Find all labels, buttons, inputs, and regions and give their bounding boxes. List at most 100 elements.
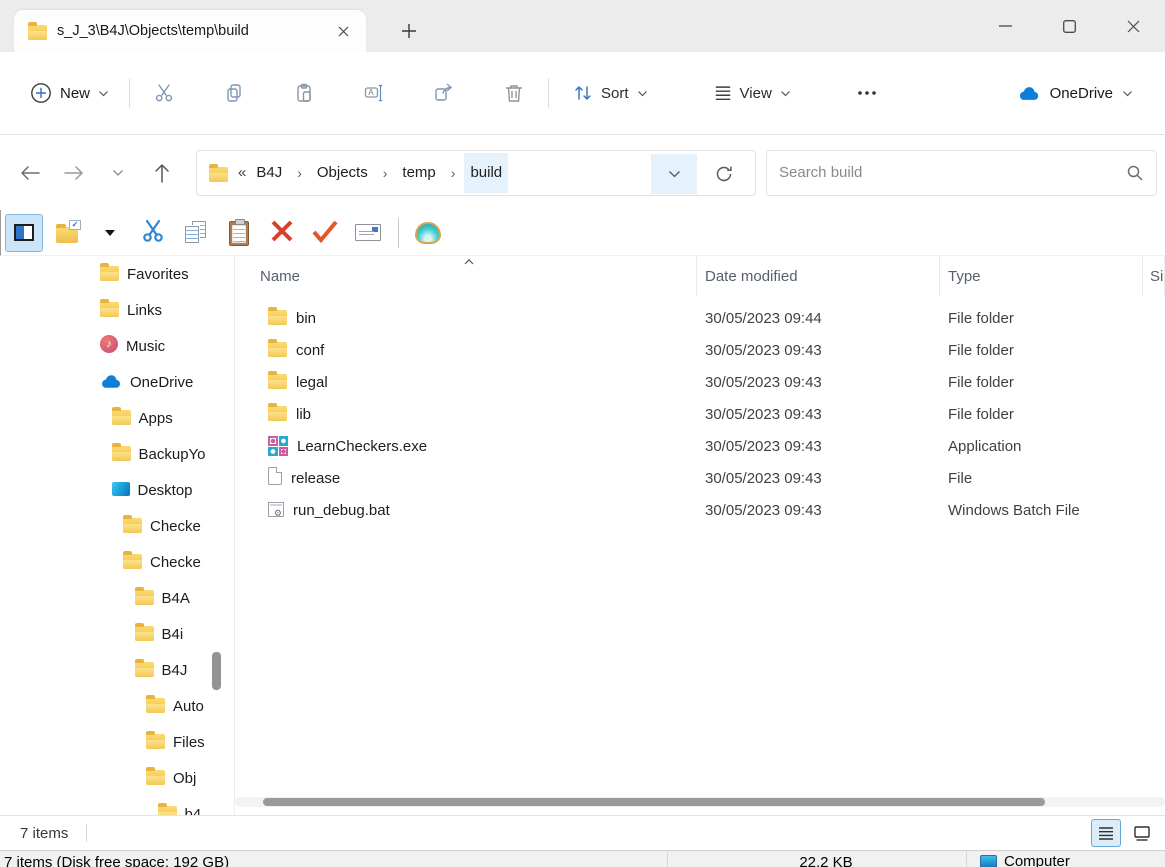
sidebar-item[interactable]: Links [0, 292, 212, 328]
maximize-button[interactable] [1037, 0, 1101, 52]
chevron-right-icon [442, 165, 465, 181]
sidebar-item[interactable]: Auto [0, 688, 212, 724]
new-label: New [60, 84, 91, 102]
shell-button[interactable] [409, 214, 447, 252]
sidebar-item[interactable]: b4 [0, 796, 212, 815]
details-view-button[interactable] [1091, 819, 1121, 847]
x-mark-icon [269, 218, 295, 247]
background-size-text: 22.2 KB [799, 854, 853, 867]
sidebar-item[interactable]: Desktop [0, 472, 212, 508]
close-button[interactable] [1101, 0, 1165, 52]
paste-icon [297, 83, 311, 102]
file-name: run_debug.bat [293, 501, 390, 519]
title-bar: s_J_3\B4J\Objects\temp\build [0, 0, 1165, 52]
copy-docs-button[interactable] [177, 214, 215, 252]
sort-label: Sort [601, 84, 629, 102]
file-date-modified: 30/05/2023 09:43 [705, 405, 822, 423]
table-row[interactable]: LearnCheckers.exe 30/05/2023 09:43 Appli… [235, 430, 1165, 462]
sidebar-item[interactable]: Checke [0, 544, 212, 580]
table-row[interactable]: conf 30/05/2023 09:43 File folder [235, 334, 1165, 366]
delete-button[interactable] [492, 73, 536, 113]
breadcrumb-item[interactable]: temp [396, 153, 441, 193]
sidebar-item[interactable]: Checke [0, 508, 212, 544]
cut-button[interactable] [142, 73, 186, 113]
address-dropdown-button[interactable] [651, 153, 697, 194]
onedrive-button[interactable]: OneDrive [1011, 73, 1139, 113]
file-name: legal [296, 373, 328, 391]
minimize-icon [998, 25, 1012, 27]
x-mark-button[interactable] [263, 214, 301, 252]
share-button[interactable] [422, 73, 466, 113]
plus-icon [402, 24, 416, 38]
table-row[interactable]: legal 30/05/2023 09:43 File folder [235, 366, 1165, 398]
table-row[interactable]: run_debug.bat 30/05/2023 09:43 Windows B… [235, 494, 1165, 526]
tab-close-button[interactable] [330, 18, 356, 44]
file-type: Windows Batch File [948, 501, 1080, 519]
forward-button[interactable] [52, 153, 96, 193]
sidebar-item[interactable]: Files [0, 724, 212, 760]
scrollbar-thumb[interactable] [212, 652, 221, 690]
up-button[interactable] [140, 153, 184, 193]
back-button[interactable] [8, 153, 52, 193]
breadcrumb-item[interactable]: Objects [311, 153, 374, 193]
sidebar-item[interactable]: Music [0, 328, 212, 364]
check-mark-button[interactable] [306, 214, 344, 252]
chevron-right-icon [374, 165, 397, 181]
minimize-button[interactable] [973, 0, 1037, 52]
column-header-size[interactable]: Si [1143, 256, 1165, 296]
column-header-date-modified[interactable]: Date modified [697, 256, 940, 296]
cut-blue-button[interactable] [134, 214, 172, 252]
scrollbar-thumb[interactable] [263, 798, 1045, 806]
explorer-tab[interactable]: s_J_3\B4J\Objects\temp\build [14, 10, 366, 52]
main-content: Favorites Links Music OneDrive Apps Back… [0, 256, 1165, 815]
sidebar-item[interactable]: OneDrive [0, 364, 212, 400]
sidebar-item[interactable]: B4A [0, 580, 212, 616]
copy-button[interactable] [212, 73, 256, 113]
close-icon [338, 26, 348, 36]
paste-button[interactable] [282, 73, 326, 113]
status-bar: 7 items [0, 815, 1165, 850]
search-input[interactable] [779, 164, 1126, 181]
horizontal-scrollbar[interactable] [235, 797, 1165, 807]
sidebar-item[interactable]: B4J [0, 652, 212, 688]
sidebar-item-label: b4 [184, 805, 202, 816]
background-window-statusbar[interactable]: 7 items (Disk free space: 192 GB) 22.2 K… [0, 850, 1165, 867]
table-row[interactable]: bin 30/05/2023 09:44 File folder [235, 302, 1165, 334]
sidebar-item[interactable]: Obj [0, 760, 212, 796]
sidebar-item[interactable]: BackupYo [0, 436, 212, 472]
search-icon [1127, 165, 1143, 181]
new-tab-button[interactable] [392, 14, 426, 48]
chevron-right-icon [288, 165, 311, 181]
email-icon [355, 224, 381, 241]
breadcrumb-item[interactable]: build [464, 152, 509, 193]
refresh-button[interactable] [703, 154, 745, 194]
address-bar[interactable]: « B4J Objects temp build [196, 149, 756, 196]
arrow-up-icon [155, 163, 169, 183]
sort-button[interactable]: Sort [563, 73, 658, 113]
recent-locations-button[interactable] [96, 153, 140, 193]
sidebar-item[interactable]: B4i [0, 616, 212, 652]
classic-toolbar [0, 210, 1165, 256]
table-row[interactable]: release 30/05/2023 09:43 File [235, 462, 1165, 494]
sidebar-item-label: Music [126, 337, 166, 355]
view-button[interactable]: View [704, 73, 801, 113]
more-options-button[interactable] [849, 73, 885, 113]
breadcrumb-item[interactable]: B4J [250, 153, 288, 193]
large-icons-view-button[interactable] [1127, 819, 1157, 847]
sidebar-item[interactable]: Apps [0, 400, 212, 436]
breadcrumb-overflow[interactable]: « [238, 164, 246, 181]
plus-circle-icon [31, 83, 51, 103]
panel-toggle-button[interactable] [5, 213, 43, 252]
dropdown-arrow-button[interactable] [91, 214, 129, 252]
folder-new-button[interactable] [48, 214, 86, 252]
sidebar-scrollbar[interactable] [212, 256, 234, 815]
table-row[interactable]: lib 30/05/2023 09:43 File folder [235, 398, 1165, 430]
email-button[interactable] [349, 214, 387, 252]
sidebar-item[interactable]: Favorites [0, 256, 212, 292]
paste-board-button[interactable] [220, 214, 258, 252]
rename-button[interactable]: A [352, 73, 396, 113]
new-button[interactable]: New [22, 73, 117, 113]
batch-icon [268, 501, 284, 519]
view-label: View [739, 84, 772, 102]
column-header-type[interactable]: Type [940, 256, 1143, 296]
